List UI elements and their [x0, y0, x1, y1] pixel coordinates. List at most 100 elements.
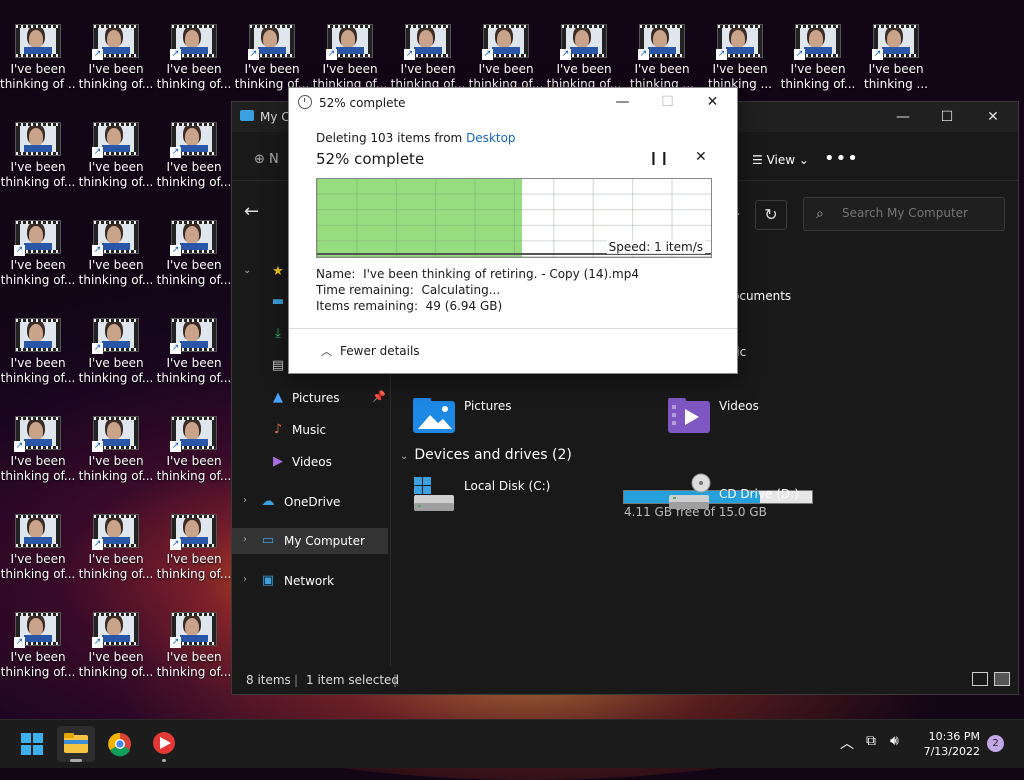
chevron-right-icon[interactable]: › — [243, 534, 247, 545]
desktop-video-icon[interactable]: ↗ I've been thinking of... — [156, 122, 232, 190]
media-app-taskbar-button[interactable] — [145, 726, 183, 762]
desktop-video-icon[interactable]: I've been thinking of... — [0, 318, 76, 386]
desktop-video-icon[interactable]: ↗ I've been thinking of... — [78, 416, 154, 484]
desktop-video-icon[interactable]: ↗ I've been thinking of... — [468, 24, 544, 92]
nav-music[interactable]: ♪ Music — [232, 417, 388, 443]
search-input[interactable] — [840, 205, 994, 221]
document-icon: ▤ — [271, 358, 285, 373]
desktop-video-icon[interactable]: ↗ I've been thinking of... — [156, 416, 232, 484]
chrome-icon — [108, 732, 131, 757]
maximize-button[interactable]: ☐ — [924, 102, 970, 132]
icon-label: I've been — [10, 62, 66, 76]
more-options-button[interactable]: ••• — [824, 148, 859, 169]
icon-label: I've been — [10, 258, 66, 272]
pin-icon[interactable]: 📌 — [372, 390, 386, 403]
notification-badge[interactable]: 2 — [987, 735, 1004, 752]
nav-network[interactable]: › ▣ Network — [232, 568, 388, 594]
desktop-video-icon[interactable]: ↗ I've been thinking of... — [78, 612, 154, 680]
desktop-video-icon[interactable]: ↗ I've been thinking of... — [156, 514, 232, 582]
search-box[interactable]: ⌕ — [803, 197, 1005, 231]
desktop-video-icon[interactable]: ↗ I've been thinking of... — [156, 318, 232, 386]
desktop-video-icon[interactable]: ↗ I've been thinking of... — [0, 220, 76, 288]
nav-onedrive[interactable]: › ☁ OneDrive — [232, 489, 388, 515]
operation-summary: Deleting 103 items from Desktop — [316, 131, 516, 145]
minimize-button[interactable]: — — [600, 88, 645, 116]
video-thumbnail-icon: ↗ — [326, 24, 373, 60]
cloud-icon: ☁ — [261, 494, 275, 509]
desktop-video-icon[interactable]: ↗ I've been thinking of... — [780, 24, 856, 92]
video-thumbnail-icon: ↗ — [560, 24, 607, 60]
details-view-icon[interactable] — [972, 672, 988, 686]
drive-name: Local Disk (C:) — [464, 479, 551, 493]
icon-label: I've been — [166, 552, 222, 566]
file-explorer-taskbar-button[interactable] — [57, 726, 95, 762]
network-icon[interactable]: ⧉ — [866, 733, 876, 749]
chevron-up-icon[interactable]: ︿ — [840, 733, 854, 753]
desktop-video-icon[interactable]: ↗ I've been thinking of... — [78, 220, 154, 288]
view-button[interactable]: ☰ View ⌄ — [752, 153, 809, 167]
fewer-details-toggle[interactable]: ︿ Fewer details — [289, 328, 737, 373]
video-thumbnail-icon: ↗ — [92, 612, 139, 648]
close-button[interactable]: ✕ — [970, 102, 1016, 132]
system-clock[interactable]: 10:36 PM 7/13/2022 — [924, 729, 980, 759]
pictures-folder[interactable]: Pictures — [412, 395, 632, 439]
desktop-video-icon[interactable]: ↗ I've been thinking of... — [78, 318, 154, 386]
volume-icon[interactable]: 🔊︎ — [890, 733, 899, 749]
desktop-video-icon[interactable]: I've been thinking of ... — [0, 24, 76, 92]
chrome-taskbar-button[interactable] — [101, 726, 139, 762]
icon-label: I've been — [88, 160, 144, 174]
desktop-video-icon[interactable]: ↗ I've been thinking of... — [156, 612, 232, 680]
desktop-video-icon[interactable]: ↗ I've been thinking of... — [390, 24, 466, 92]
cancel-button[interactable]: ✕ — [695, 149, 707, 165]
chevron-right-icon[interactable]: › — [243, 574, 247, 585]
cd-drive-d[interactable]: CD Drive (D:) — [667, 473, 867, 517]
icon-label: I've been — [634, 62, 690, 76]
icon-label: thinking ... — [863, 77, 928, 91]
desktop-video-icon[interactable]: ↗ I've been thinking of... — [78, 122, 154, 190]
start-button[interactable] — [13, 726, 51, 762]
close-button[interactable]: ✕ — [690, 88, 735, 116]
pause-button[interactable]: ❙❙ — [648, 151, 670, 166]
icon-label: thinking of... — [156, 371, 232, 385]
desktop-video-icon[interactable]: I've been thinking of... — [0, 122, 76, 190]
chevron-down-icon[interactable]: ⌄ — [243, 265, 251, 276]
videos-folder[interactable]: Videos — [667, 395, 887, 439]
desktop-video-icon[interactable]: ↗ I've been thinking of... — [234, 24, 310, 92]
delete-progress-dialog[interactable]: 52% complete — ☐ ✕ Deleting 103 items fr… — [288, 87, 738, 374]
desktop-video-icon[interactable]: ↗ I've been thinking of... — [546, 24, 622, 92]
icon-label: I've been — [88, 552, 144, 566]
nav-my-computer[interactable]: › ▭ My Computer — [232, 528, 388, 554]
devices-section-header[interactable]: ⌄ Devices and drives (2) — [400, 447, 572, 463]
desktop-video-icon[interactable]: ↗ I've been thinking of... — [156, 24, 232, 92]
refresh-button[interactable]: ↻ — [755, 200, 787, 230]
nav-pictures[interactable]: ▲ Pictures 📌 — [232, 385, 388, 411]
nav-videos[interactable]: ▶ Videos — [232, 449, 388, 475]
icon-label: I've been — [10, 650, 66, 664]
desktop-video-icon[interactable]: I've been thinking of... — [0, 514, 76, 582]
new-button[interactable]: ⊕ N — [254, 152, 279, 167]
clock-icon — [298, 95, 312, 109]
desktop-video-icon[interactable]: ↗ I've been thinking ... — [858, 24, 934, 92]
minimize-button[interactable]: — — [880, 102, 926, 132]
desktop-video-icon[interactable]: ↗ I've been thinking ... — [702, 24, 778, 92]
source-link[interactable]: Desktop — [466, 131, 516, 145]
desktop-video-icon[interactable]: ↗ I've been thinking ... — [624, 24, 700, 92]
icon-label: thinking of... — [156, 175, 232, 189]
video-thumbnail-icon: ↗ — [14, 220, 61, 256]
desktop-video-icon[interactable]: ↗ I've been thinking of... — [156, 220, 232, 288]
desktop-video-icon[interactable]: ↗ I've been thinking of... — [0, 612, 76, 680]
desktop-video-icon[interactable]: ↗ I've been thinking of... — [0, 416, 76, 484]
icon-label: I've been — [166, 258, 222, 272]
desktop-video-icon[interactable]: ↗ I've been thinking of... — [78, 514, 154, 582]
back-arrow-icon[interactable]: ← — [244, 201, 259, 222]
chevron-right-icon[interactable]: › — [243, 495, 247, 506]
video-thumbnail-icon: ↗ — [170, 514, 217, 550]
desktop-video-icon[interactable]: ↗ I've been thinking of... — [78, 24, 154, 92]
desktop-video-icon[interactable]: ↗ I've been thinking of... — [312, 24, 388, 92]
items-row: Items remaining: 49 (6.94 GB) — [316, 299, 502, 313]
tiles-view-icon[interactable] — [994, 672, 1010, 686]
video-thumbnail-icon: ↗ — [638, 24, 685, 60]
chevron-down-icon[interactable]: ⌄ — [400, 451, 408, 462]
icon-label: I've been — [166, 160, 222, 174]
windows-icon — [21, 733, 43, 755]
